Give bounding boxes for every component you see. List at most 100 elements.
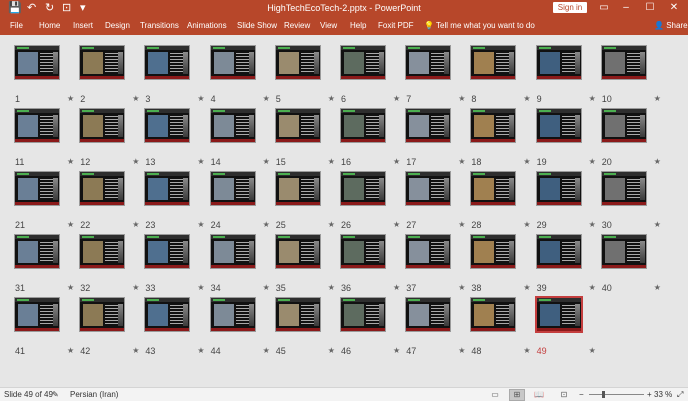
slide-preview-image[interactable]: [405, 108, 452, 143]
slide-preview-image[interactable]: [79, 45, 126, 80]
zoom-slider-thumb[interactable]: [602, 391, 605, 398]
transition-star-icon[interactable]: ★: [132, 220, 139, 230]
maximize-icon[interactable]: ☐: [640, 1, 660, 15]
slide-preview-image[interactable]: [274, 171, 321, 206]
slide-thumbnail[interactable]: 40 ★: [600, 234, 667, 295]
transition-star-icon[interactable]: ★: [523, 220, 530, 230]
slide-preview-image[interactable]: [209, 45, 256, 80]
transition-star-icon[interactable]: ★: [458, 283, 465, 293]
reading-view-icon[interactable]: 📖: [531, 389, 547, 401]
transition-star-icon[interactable]: ★: [654, 220, 661, 230]
slide-preview-image[interactable]: [274, 234, 321, 269]
slide-thumbnail[interactable]: 8 ★: [470, 45, 536, 106]
ribbon-display-options-icon[interactable]: ▭: [594, 1, 614, 15]
slide-thumbnail[interactable]: 15 ★: [274, 108, 341, 169]
transition-star-icon[interactable]: ★: [328, 283, 335, 293]
transition-star-icon[interactable]: ★: [654, 283, 661, 293]
transition-star-icon[interactable]: ★: [263, 157, 270, 167]
transition-star-icon[interactable]: ★: [263, 220, 270, 230]
slide-preview-image[interactable]: [340, 234, 386, 269]
slide-thumbnail[interactable]: 10 ★: [600, 45, 667, 106]
transition-star-icon[interactable]: ★: [328, 346, 335, 356]
slide-preview-image[interactable]: [535, 108, 582, 143]
tab-home[interactable]: Home: [39, 21, 60, 31]
slide-thumbnail[interactable]: 31 ★: [14, 234, 80, 295]
slide-thumbnail[interactable]: 11 ★: [14, 108, 80, 169]
slide-preview-image[interactable]: [470, 108, 517, 143]
transition-star-icon[interactable]: ★: [393, 283, 400, 293]
transition-star-icon[interactable]: ★: [197, 220, 204, 230]
slide-sorter-view-icon[interactable]: ⊞: [509, 389, 525, 401]
tab-view[interactable]: View: [320, 21, 337, 31]
slide-preview-image[interactable]: [405, 297, 452, 332]
transition-star-icon[interactable]: ★: [458, 220, 465, 230]
tab-insert[interactable]: Insert: [73, 21, 93, 31]
transition-star-icon[interactable]: ★: [458, 346, 465, 356]
slide-thumbnail[interactable]: 42 ★: [79, 297, 145, 358]
slide-preview-image[interactable]: [14, 108, 60, 143]
slide-thumbnail[interactable]: 36 ★: [340, 234, 406, 295]
slide-thumbnail[interactable]: 29 ★: [535, 171, 602, 232]
fit-to-window-icon[interactable]: ⤢: [677, 390, 683, 400]
slide-preview-image[interactable]: [14, 297, 60, 332]
transition-star-icon[interactable]: ★: [197, 94, 204, 104]
slide-thumbnail[interactable]: 6 ★: [340, 45, 406, 106]
transition-star-icon[interactable]: ★: [263, 94, 270, 104]
slide-thumbnail[interactable]: 18 ★: [470, 108, 536, 169]
slide-preview-image[interactable]: [14, 234, 60, 269]
slide-preview-image[interactable]: [470, 234, 517, 269]
slide-thumbnail[interactable]: 46 ★: [340, 297, 406, 358]
transition-star-icon[interactable]: ★: [197, 283, 204, 293]
slide-preview-image[interactable]: [535, 234, 582, 269]
slide-thumbnail[interactable]: 41 ★: [14, 297, 80, 358]
slide-thumbnail[interactable]: 3 ★: [144, 45, 210, 106]
slide-thumbnail[interactable]: 7 ★: [405, 45, 471, 106]
slide-thumbnail[interactable]: 21 ★: [14, 171, 80, 232]
slide-preview-image[interactable]: [144, 234, 191, 269]
transition-star-icon[interactable]: ★: [132, 346, 139, 356]
slide-preview-image[interactable]: [274, 108, 321, 143]
tab-file[interactable]: File: [10, 21, 23, 31]
slide-thumbnail[interactable]: 39 ★: [535, 234, 602, 295]
slide-preview-image[interactable]: [535, 45, 582, 80]
slide-thumbnail[interactable]: 4 ★: [209, 45, 276, 106]
slide-thumbnail[interactable]: 2 ★: [79, 45, 145, 106]
slide-preview-image[interactable]: [79, 297, 126, 332]
transition-star-icon[interactable]: ★: [589, 157, 596, 167]
transition-star-icon[interactable]: ★: [589, 283, 596, 293]
slide-thumbnail[interactable]: 17 ★: [405, 108, 471, 169]
slide-thumbnail[interactable]: 37 ★: [405, 234, 471, 295]
slide-preview-image[interactable]: [274, 297, 321, 332]
slide-thumbnail[interactable]: 32 ★: [79, 234, 145, 295]
slide-thumbnail[interactable]: 14 ★: [209, 108, 276, 169]
sign-in-button[interactable]: Sign in: [553, 2, 587, 13]
transition-star-icon[interactable]: ★: [523, 283, 530, 293]
slide-preview-image[interactable]: [600, 171, 647, 206]
slide-thumbnail[interactable]: 43 ★: [144, 297, 210, 358]
transition-star-icon[interactable]: ★: [67, 94, 74, 104]
slide-thumbnail[interactable]: 47 ★: [405, 297, 471, 358]
transition-star-icon[interactable]: ★: [393, 157, 400, 167]
zoom-in-button[interactable]: +: [647, 390, 652, 400]
language-status[interactable]: Persian (Iran): [70, 390, 118, 400]
slide-thumbnail[interactable]: 34 ★: [209, 234, 276, 295]
transition-star-icon[interactable]: ★: [589, 346, 596, 356]
slide-thumbnail[interactable]: 48 ★: [470, 297, 536, 358]
slide-preview-image[interactable]: [209, 297, 256, 332]
slide-thumbnail[interactable]: 26 ★: [340, 171, 406, 232]
transition-star-icon[interactable]: ★: [589, 94, 596, 104]
transition-star-icon[interactable]: ★: [263, 283, 270, 293]
zoom-out-button[interactable]: −: [579, 390, 584, 400]
slide-preview-image[interactable]: [209, 108, 256, 143]
slide-thumbnail[interactable]: 33 ★: [144, 234, 210, 295]
notes-edit-icon[interactable]: ✎: [52, 390, 59, 400]
tab-design[interactable]: Design: [105, 21, 130, 31]
transition-star-icon[interactable]: ★: [67, 157, 74, 167]
transition-star-icon[interactable]: ★: [589, 220, 596, 230]
slide-thumbnail[interactable]: 30 ★: [600, 171, 667, 232]
transition-star-icon[interactable]: ★: [197, 346, 204, 356]
transition-star-icon[interactable]: ★: [263, 346, 270, 356]
slide-thumbnail[interactable]: 28 ★: [470, 171, 536, 232]
zoom-level[interactable]: 33 %: [654, 390, 672, 400]
slide-thumbnail[interactable]: 38 ★: [470, 234, 536, 295]
